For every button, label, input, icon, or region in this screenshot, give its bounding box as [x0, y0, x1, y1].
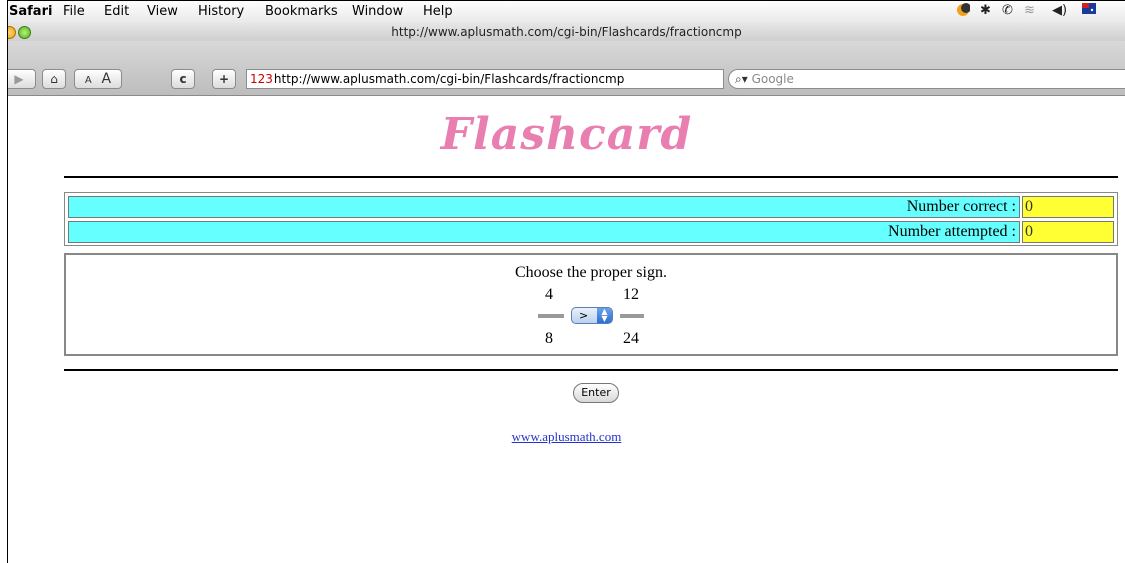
left-denominator: 8	[545, 330, 553, 347]
home-icon: ⌂	[50, 72, 58, 86]
menu-bookmarks[interactable]: Bookmarks	[265, 4, 338, 19]
aplusmath-link[interactable]: www.aplusmath.com	[8, 429, 1125, 445]
number-attempted-row: Number attempted : 0	[68, 221, 1114, 243]
right-fraction-bar	[620, 314, 644, 318]
title-bar: http://www.aplusmath.com/cgi-bin/Flashca…	[8, 23, 1125, 41]
menu-file[interactable]: File	[63, 4, 85, 19]
text-bigger-button[interactable]: A	[102, 71, 112, 87]
browser-toolbar: ▶ ⌂ A A c + 123http://www.aplusmath.com/…	[8, 41, 1125, 96]
number-correct-row: Number correct : 0	[68, 196, 1114, 218]
search-placeholder: Google	[751, 72, 794, 86]
menu-window[interactable]: Window	[352, 4, 403, 19]
bluetooth-icon[interactable]: ✱	[980, 3, 991, 18]
question-prompt: Choose the proper sign.	[515, 264, 667, 281]
number-correct-label: Number correct :	[68, 196, 1020, 218]
menu-safari[interactable]: Safari	[9, 4, 52, 19]
text-smaller-button[interactable]: A	[85, 75, 92, 86]
phone-icon[interactable]: ✆	[1002, 3, 1013, 18]
forward-button[interactable]: ▶	[8, 69, 36, 89]
home-button[interactable]: ⌂	[42, 69, 66, 89]
reload-icon: c	[179, 72, 187, 86]
search-icon: ⌕▾	[735, 72, 748, 86]
menu-edit[interactable]: Edit	[104, 4, 129, 19]
score-table: Number correct : 0 Number attempted : 0	[64, 192, 1118, 246]
reload-button[interactable]: c	[171, 69, 195, 89]
flag-icon[interactable]	[1082, 3, 1096, 18]
text-size-buttons: A A	[74, 69, 122, 89]
top-divider	[64, 176, 1118, 178]
menu-bar: Safari File Edit View History Bookmarks …	[8, 1, 1125, 24]
updown-arrows-icon: ▲ ▼	[597, 308, 612, 323]
number-attempted-value: 0	[1022, 221, 1114, 243]
number-correct-value: 0	[1022, 196, 1114, 218]
address-prefix: 123	[250, 72, 273, 86]
search-field[interactable]: ⌕▾ Google	[728, 69, 1125, 89]
menu-history[interactable]: History	[198, 4, 244, 19]
question-box: Choose the proper sign. 4 8 > ▲ ▼ 12 24	[64, 253, 1118, 356]
left-numerator: 4	[545, 286, 553, 303]
right-denominator: 24	[623, 330, 639, 347]
plus-icon: +	[218, 72, 230, 86]
menu-view[interactable]: View	[147, 4, 178, 19]
left-fraction-bar	[538, 314, 564, 318]
flashcard-logo: Flashcard	[440, 109, 693, 160]
right-numerator: 12	[623, 286, 639, 303]
sign-select-value: >	[579, 309, 589, 322]
sign-select[interactable]: > ▲ ▼	[571, 307, 613, 324]
browser-window: Safari File Edit View History Bookmarks …	[7, 0, 1125, 563]
menu-help[interactable]: Help	[423, 4, 453, 19]
enter-button[interactable]: Enter	[573, 383, 619, 403]
wifi-icon[interactable]: ≋	[1024, 3, 1035, 18]
window-title: http://www.aplusmath.com/cgi-bin/Flashca…	[391, 25, 742, 39]
forward-icon: ▶	[14, 72, 24, 86]
address-text: http://www.aplusmath.com/cgi-bin/Flashca…	[273, 72, 625, 86]
bottom-divider	[64, 369, 1118, 371]
volume-icon[interactable]: ◀)	[1052, 3, 1067, 18]
address-bar[interactable]: 123http://www.aplusmath.com/cgi-bin/Flas…	[246, 69, 724, 89]
add-bookmark-button[interactable]: +	[212, 69, 236, 89]
number-attempted-label: Number attempted :	[68, 221, 1020, 243]
moon-icon[interactable]	[956, 3, 971, 21]
